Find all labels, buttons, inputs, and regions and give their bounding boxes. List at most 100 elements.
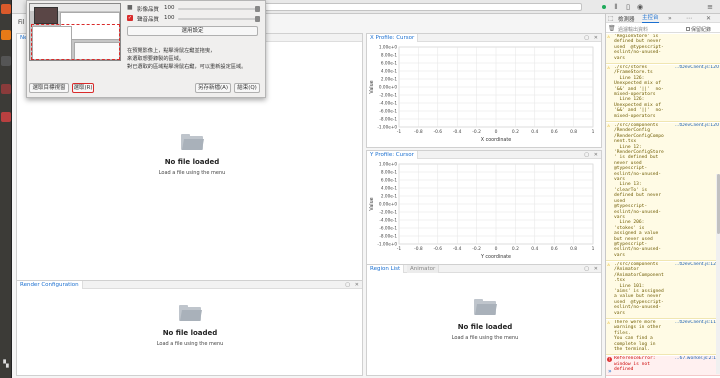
source-link[interactable]: …tDevClient.js:120 — [675, 123, 719, 128]
x-tick-label: 0 — [495, 246, 498, 252]
console-error[interactable]: ! ReferenceError: window is not defined …6… — [606, 356, 720, 376]
close-icon[interactable]: ✕ — [594, 35, 598, 41]
maximize-icon[interactable]: ▢ — [345, 282, 350, 288]
warning-icon: ⚠ — [607, 34, 611, 40]
terminal-icon[interactable] — [1, 56, 11, 66]
warning-icon: ⚠ — [607, 65, 611, 71]
app-icon[interactable] — [1, 112, 11, 122]
folder-icon — [179, 305, 202, 321]
exit-button[interactable]: 結束(Q) — [234, 83, 260, 93]
folder-icon — [474, 299, 497, 315]
message-text: There were more warnings in other files.… — [614, 320, 662, 353]
y-tick-label: -1.00e+0 — [377, 242, 397, 247]
preview-thumbnail[interactable] — [29, 3, 121, 61]
pick-element-icon[interactable]: ⬚ — [608, 15, 614, 22]
tab-render-config[interactable]: Render Configuration — [17, 281, 83, 289]
sidebar-icon[interactable]: ▯ — [624, 3, 632, 11]
panel-header: X Profile: Cursor ▢ ✕ — [367, 34, 601, 42]
library-icon[interactable]: ⫴ — [612, 3, 620, 11]
y-profile-chart: -1 -0.8 -0.6 -0.4 -0.2 0 0.2 0.4 0.6 0.8 1 1.00e+0 8… — [367, 159, 601, 264]
x-tick-label: -0.6 — [434, 129, 443, 135]
y-tick-label: 6.00e-1 — [381, 61, 397, 66]
console-warning[interactable]: ⚠ ./src/components /Animator /AnimatorCom… — [606, 262, 720, 319]
maximize-icon[interactable]: ▢ — [584, 35, 589, 41]
tab-y-profile[interactable]: Y Profile: Cursor — [367, 151, 418, 159]
y-tick-label: -6.00e-1 — [379, 226, 397, 231]
trash-icon[interactable]: 🗑 — [608, 25, 616, 32]
tab-animator[interactable]: Animator — [407, 265, 440, 273]
y-tick-label: -1.00e+0 — [377, 125, 397, 130]
url-bar[interactable] — [262, 3, 582, 11]
tab-x-profile[interactable]: X Profile: Cursor — [367, 34, 419, 42]
x-tick-label: -0.4 — [453, 246, 462, 252]
more-tabs-icon[interactable]: » — [668, 15, 672, 22]
x-axis-label: X coordinate — [481, 137, 511, 143]
y-tick-label: -4.00e-1 — [379, 101, 397, 106]
empty-hint: Load a file using the menu — [156, 341, 224, 347]
source-link[interactable]: …tDevClient.js:116 — [675, 320, 719, 325]
y-axis-label: Value — [369, 80, 375, 93]
menu-icon[interactable]: ≡ — [706, 3, 714, 11]
x-axis-label: Y coordinate — [480, 254, 511, 260]
files-icon[interactable] — [1, 4, 11, 14]
close-icon[interactable]: ✕ — [594, 152, 598, 158]
image-quality-slider[interactable] — [178, 6, 260, 12]
instruction-line: 對已選取的區域點擊滑鼠右鍵，可以重新設定區域。 — [127, 64, 247, 70]
y-tick-label: 2.00e-1 — [381, 77, 397, 82]
firefox-icon[interactable] — [1, 30, 11, 40]
empty-title: No file loaded — [164, 158, 220, 166]
x-tick-label: 0.6 — [551, 246, 558, 252]
audio-quality-label: 聲音品質 — [137, 17, 160, 23]
panel-header: Region List Animator ▢ ✕ — [367, 265, 601, 273]
x-tick-label: -0.8 — [414, 129, 423, 135]
close-icon[interactable]: ✕ — [355, 282, 359, 288]
apply-settings-button[interactable]: 選用設定 — [127, 26, 258, 36]
show-apps-icon[interactable]: ▚ — [2, 360, 10, 368]
tab-console[interactable]: 主控台 — [642, 14, 659, 23]
console-warning[interactable]: ⚠ ./src/stores /FrameStore.ts Line 126: U… — [606, 65, 720, 122]
console-warning[interactable]: ⚠ 'RegionStore' is defined but never used… — [606, 34, 720, 64]
select-region-button[interactable]: 選取(R) — [72, 83, 94, 93]
save-as-button[interactable]: 另存新檔(A) — [195, 83, 231, 93]
extension-icon[interactable]: ◉ — [636, 3, 644, 11]
source-link[interactable]: …tDevClient.js:120 — [675, 65, 719, 70]
y-tick-label: -2.00e-1 — [379, 93, 397, 98]
console-warning[interactable]: ⚠ There were more warnings in other files… — [606, 320, 720, 356]
maximize-icon[interactable]: ▢ — [584, 152, 589, 158]
console-warning[interactable]: ⚠ ./src/components /RenderConfig /RenderC… — [606, 123, 720, 261]
x-tick-label: 0.8 — [570, 246, 577, 252]
warning-icon: ⚠ — [607, 262, 611, 268]
source-link[interactable]: …67.worker.js:2:15 — [675, 356, 719, 361]
audio-quality-slider[interactable] — [178, 16, 260, 22]
menu-fragment[interactable]: Fil — [18, 19, 24, 26]
x-tick-label: -1 — [397, 129, 402, 135]
y-tick-label: 4.00e-1 — [381, 186, 397, 191]
persist-logs-text: 保留紀錄 — [691, 27, 712, 33]
y-tick-label: 0.00e+0 — [379, 202, 397, 207]
console-log: ⚠ 'RegionStore' is defined but never used… — [606, 34, 720, 378]
maximize-icon[interactable]: ▢ — [584, 266, 589, 272]
render-config-panel: Render Configuration ▢ ✕ No file loaded … — [16, 280, 363, 376]
tab-region-list[interactable]: Region List — [367, 265, 405, 273]
audio-checkbox[interactable]: ✓ — [127, 15, 133, 21]
x-tick-label: 0.2 — [512, 129, 519, 135]
y-tick-label: 6.00e-1 — [381, 178, 397, 183]
panel-header: Render Configuration ▢ ✕ — [17, 281, 362, 289]
console-prompt-icon[interactable]: » — [608, 368, 612, 375]
empty-hint: Load a file using the menu — [158, 170, 226, 176]
source-link[interactable]: …tDevClient.js:120 — [675, 262, 719, 267]
message-text: 'RegionStore' is defined but never used … — [614, 34, 664, 61]
persist-logs-label[interactable]: 保留紀錄 — [686, 26, 711, 33]
filter-input[interactable]: 過濾輸出資料 — [618, 26, 648, 33]
instruction-line: 來選取想要錄製的區域。 — [127, 56, 185, 62]
x-tick-label: -0.6 — [434, 246, 443, 252]
recorder-icon[interactable] — [1, 84, 11, 94]
scrollbar[interactable] — [716, 174, 720, 374]
options-icon[interactable]: ⋯ — [686, 15, 692, 22]
y-tick-label: -4.00e-1 — [379, 218, 397, 223]
tab-inspector[interactable]: 檢測器 — [618, 15, 635, 23]
y-profile-panel: Y Profile: Cursor ▢ ✕ -1 -0.8 -0.6 -0.4 -0.2… — [366, 150, 602, 265]
close-icon[interactable]: ✕ — [594, 266, 598, 272]
select-window-button[interactable]: 選取目標視窗 — [29, 83, 69, 93]
close-devtools-icon[interactable]: ✕ — [706, 15, 711, 22]
